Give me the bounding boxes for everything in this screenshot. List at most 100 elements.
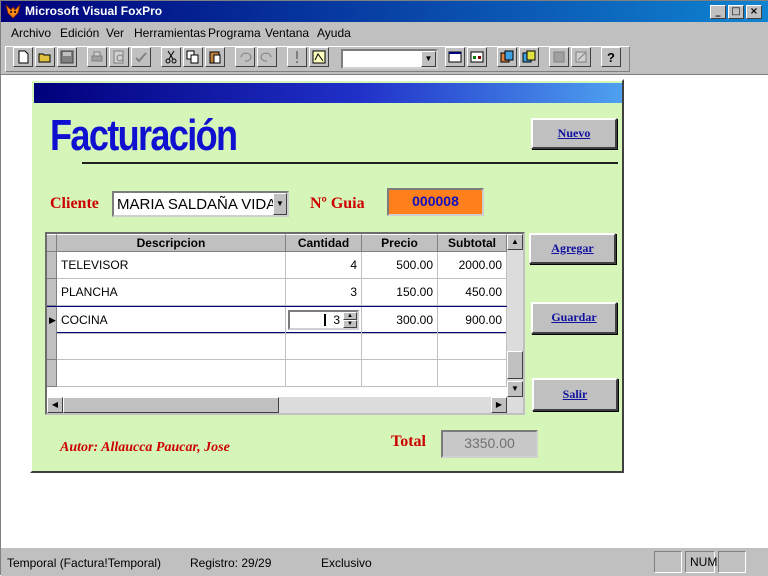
- horizontal-scrollbar[interactable]: ◀ ▶: [47, 397, 523, 413]
- form-wizard-icon[interactable]: [309, 47, 329, 67]
- cell-precio[interactable]: 500.00: [362, 252, 438, 279]
- data-session-icon[interactable]: [497, 47, 517, 67]
- guia-number-field[interactable]: 000008: [387, 188, 484, 216]
- cell-precio[interactable]: 150.00: [362, 279, 438, 306]
- header-corner: [47, 234, 57, 252]
- table-row[interactable]: PLANCHA 3 150.00 450.00: [47, 279, 511, 306]
- header-cantidad[interactable]: Cantidad: [286, 234, 362, 252]
- spelling-icon[interactable]: [131, 47, 151, 67]
- salir-button[interactable]: Salir: [532, 378, 618, 411]
- menu-ayuda[interactable]: Ayuda: [317, 26, 351, 40]
- cut-icon[interactable]: [161, 47, 181, 67]
- cell-cantidad-editing[interactable]: 3 ▲ ▼: [286, 307, 362, 334]
- status-panel-empty: [718, 551, 746, 573]
- spinner-down-button[interactable]: ▼: [343, 320, 357, 328]
- horizontal-scroll-thumb[interactable]: [63, 397, 279, 413]
- scroll-down-button[interactable]: ▼: [507, 381, 523, 397]
- save-icon[interactable]: [57, 47, 77, 67]
- status-panel-empty: [654, 551, 682, 573]
- print-icon[interactable]: [87, 47, 107, 67]
- report-designer-icon[interactable]: [549, 47, 569, 67]
- cliente-dropdown[interactable]: MARIA SALDAÑA VIDA ▼: [112, 191, 289, 217]
- scroll-right-button[interactable]: ▶: [491, 397, 507, 413]
- maximize-button[interactable]: □: [728, 5, 744, 19]
- header-precio[interactable]: Precio: [362, 234, 438, 252]
- menu-ver[interactable]: Ver: [106, 26, 124, 40]
- chevron-left-icon: ◀: [51, 400, 59, 409]
- table-row[interactable]: TELEVISOR 4 500.00 2000.00: [47, 252, 511, 279]
- facturacion-form: Facturación Nuevo Cliente MARIA SALDAÑA …: [30, 79, 624, 473]
- view-window-icon[interactable]: [467, 47, 487, 67]
- toolbar-combo[interactable]: ▼: [341, 49, 438, 69]
- total-field: 3350.00: [441, 430, 538, 458]
- row-selector[interactable]: [47, 279, 57, 306]
- cell-descripcion[interactable]: COCINA: [57, 307, 286, 334]
- table-row-empty[interactable]: [47, 333, 511, 360]
- guardar-button[interactable]: Guardar: [531, 302, 617, 334]
- cell-cantidad[interactable]: 3: [286, 279, 362, 306]
- row-selector-active[interactable]: ▶: [47, 307, 57, 334]
- menu-archivo[interactable]: Archivo: [11, 26, 51, 40]
- menu-programa[interactable]: Programa: [208, 26, 261, 40]
- row-selector[interactable]: [47, 333, 57, 360]
- quantity-spinner[interactable]: 3 ▲ ▼: [288, 310, 359, 330]
- row-selector[interactable]: [47, 360, 57, 387]
- paste-icon[interactable]: [205, 47, 225, 67]
- cell-empty[interactable]: [438, 360, 507, 387]
- minimize-button[interactable]: _: [710, 5, 726, 19]
- menu-herramientas[interactable]: Herramientas: [134, 26, 206, 40]
- cell-subtotal[interactable]: 2000.00: [438, 252, 507, 279]
- header-subtotal[interactable]: Subtotal: [438, 234, 507, 252]
- copy-icon[interactable]: [183, 47, 203, 67]
- vertical-scrollbar[interactable]: ▲ ▼: [507, 234, 523, 397]
- table-row-empty[interactable]: [47, 360, 511, 387]
- scroll-left-button[interactable]: ◀: [47, 397, 63, 413]
- vertical-scroll-thumb[interactable]: [507, 351, 523, 379]
- cell-empty[interactable]: [286, 360, 362, 387]
- foxpro-logo-icon: [5, 4, 21, 19]
- help-icon[interactable]: ?: [601, 47, 621, 67]
- current-row-icon: ▶: [49, 315, 56, 325]
- nuevo-button[interactable]: Nuevo: [531, 118, 617, 149]
- cell-descripcion[interactable]: PLANCHA: [57, 279, 286, 306]
- menu-edicion[interactable]: Edición: [60, 26, 99, 40]
- cell-empty[interactable]: [362, 360, 438, 387]
- spinner-up-button[interactable]: ▲: [343, 312, 357, 320]
- open-folder-icon[interactable]: [35, 47, 55, 67]
- cell-precio[interactable]: 300.00: [362, 307, 438, 334]
- row-selector[interactable]: [47, 252, 57, 279]
- scroll-up-button[interactable]: ▲: [507, 234, 523, 250]
- new-file-icon[interactable]: [13, 47, 33, 67]
- chevron-down-icon[interactable]: ▼: [421, 51, 436, 67]
- cell-empty[interactable]: [57, 333, 286, 360]
- cell-cantidad[interactable]: 4: [286, 252, 362, 279]
- menu-ventana[interactable]: Ventana: [265, 26, 309, 40]
- header-descripcion[interactable]: Descripcion: [57, 234, 286, 252]
- database-designer-icon[interactable]: [519, 47, 539, 67]
- undo-icon[interactable]: [235, 47, 255, 67]
- svg-text:?: ?: [607, 50, 615, 64]
- cell-empty[interactable]: [362, 333, 438, 360]
- chevron-right-icon: ▶: [495, 400, 503, 409]
- command-window-icon[interactable]: [445, 47, 465, 67]
- run-icon[interactable]: [287, 47, 307, 67]
- author-credit: Autor: Allaucca Paucar, Jose: [60, 440, 230, 455]
- cell-descripcion[interactable]: TELEVISOR: [57, 252, 286, 279]
- agregar-button[interactable]: Agregar: [529, 233, 616, 264]
- close-button[interactable]: ×: [746, 5, 762, 19]
- cell-empty[interactable]: [438, 333, 507, 360]
- status-mode: Exclusivo: [321, 556, 372, 570]
- factura-grid[interactable]: Descripcion Cantidad Precio Subtotal TEL…: [45, 232, 525, 415]
- print-preview-icon[interactable]: [109, 47, 129, 67]
- table-row-active[interactable]: ▶ COCINA 3 ▲ ▼ 300.00 900.00: [47, 306, 511, 334]
- quantity-value[interactable]: 3: [333, 312, 340, 328]
- code-editor-icon[interactable]: [571, 47, 591, 67]
- redo-icon[interactable]: [257, 47, 277, 67]
- cell-empty[interactable]: [286, 333, 362, 360]
- status-table: Temporal (Factura!Temporal): [7, 556, 162, 570]
- cliente-value: MARIA SALDAÑA VIDA: [117, 196, 277, 213]
- chevron-down-icon[interactable]: ▼: [273, 193, 287, 215]
- cell-empty[interactable]: [57, 360, 286, 387]
- cell-subtotal[interactable]: 450.00: [438, 279, 507, 306]
- cell-subtotal[interactable]: 900.00: [438, 307, 507, 334]
